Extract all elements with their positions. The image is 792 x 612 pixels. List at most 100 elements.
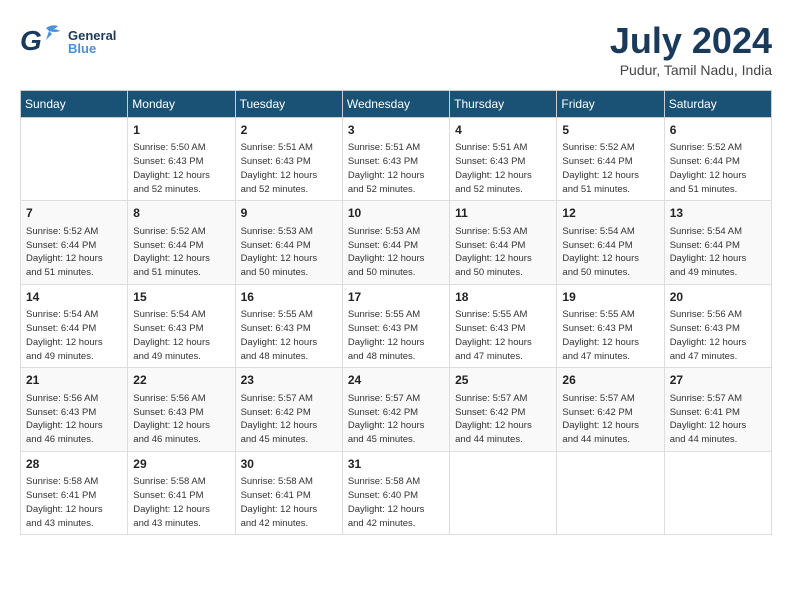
calendar-cell: 25Sunrise: 5:57 AM Sunset: 6:42 PM Dayli… (450, 368, 557, 451)
day-number: 28 (26, 456, 122, 473)
calendar-cell: 18 Sunrise: 5:55 AM Sunset: 6:43 PM Dayli… (450, 284, 557, 367)
day-number: 22 (133, 372, 229, 389)
day-number: 15 (133, 289, 229, 306)
day-number: 3 (348, 122, 444, 139)
calendar-week-row: 21 Sunrise: 5:56 AM Sunset: 6:43 PM Dayli… (21, 368, 772, 451)
day-info: Sunrise: 5:51 AM Sunset: 6:43 PM Dayligh… (348, 141, 444, 196)
day-info: Sunrise: 5:53 AM Sunset: 6:44 PM Dayligh… (455, 225, 551, 280)
header-monday: Monday (128, 91, 235, 118)
calendar-cell: 17 Sunrise: 5:55 AM Sunset: 6:43 PM Dayli… (342, 284, 449, 367)
calendar-week-row: 14 Sunrise: 5:54 AM Sunset: 6:44 PM Dayli… (21, 284, 772, 367)
day-info: Sunrise: 5:56 AM Sunset: 6:43 PM Dayligh… (670, 308, 766, 363)
day-number: 21 (26, 372, 122, 389)
header-saturday: Saturday (664, 91, 771, 118)
day-number: 12 (562, 205, 658, 222)
day-info: Sunrise: 5:58 AM Sunset: 6:41 PM Dayligh… (26, 475, 122, 530)
day-info: Sunrise: 5:54 AM Sunset: 6:44 PM Dayligh… (26, 308, 122, 363)
day-info: Sunrise: 5:55 AM Sunset: 6:43 PM Dayligh… (241, 308, 337, 363)
header-wednesday: Wednesday (342, 91, 449, 118)
day-number: 18 (455, 289, 551, 306)
header-thursday: Thursday (450, 91, 557, 118)
day-info: Sunrise: 5:55 AM Sunset: 6:43 PM Dayligh… (562, 308, 658, 363)
calendar-cell: 12 Sunrise: 5:54 AM Sunset: 6:44 PM Dayli… (557, 201, 664, 284)
calendar-cell: 31 Sunrise: 5:58 AM Sunset: 6:40 PM Dayli… (342, 451, 449, 534)
calendar-cell: 22 Sunrise: 5:56 AM Sunset: 6:43 PM Dayli… (128, 368, 235, 451)
month-title: July 2024 (610, 20, 772, 62)
location: Pudur, Tamil Nadu, India (610, 62, 772, 78)
day-number: 1 (133, 122, 229, 139)
page: G General Blue July 2024 Pudur, Tamil Na… (0, 0, 792, 612)
day-info: Sunrise: 5:55 AM Sunset: 6:43 PM Dayligh… (348, 308, 444, 363)
day-info: Sunrise: 5:58 AM Sunset: 6:40 PM Dayligh… (348, 475, 444, 530)
header-friday: Friday (557, 91, 664, 118)
header-sunday: Sunday (21, 91, 128, 118)
day-info: Sunrise: 5:52 AM Sunset: 6:44 PM Dayligh… (26, 225, 122, 280)
calendar-cell: 26 Sunrise: 5:57 AM Sunset: 6:42 PM Dayli… (557, 368, 664, 451)
calendar-cell: 9 Sunrise: 5:53 AM Sunset: 6:44 PM Daylig… (235, 201, 342, 284)
day-info: Sunrise: 5:54 AM Sunset: 6:43 PM Dayligh… (133, 308, 229, 363)
day-number: 4 (455, 122, 551, 139)
day-info: Sunrise: 5:56 AM Sunset: 6:43 PM Dayligh… (133, 392, 229, 447)
day-info: Sunrise: 5:50 AM Sunset: 6:43 PM Dayligh… (133, 141, 229, 196)
day-number: 26 (562, 372, 658, 389)
calendar-cell: 1 Sunrise: 5:50 AM Sunset: 6:43 PM Daylig… (128, 118, 235, 201)
day-number: 6 (670, 122, 766, 139)
day-number: 17 (348, 289, 444, 306)
calendar-week-row: 28 Sunrise: 5:58 AM Sunset: 6:41 PM Dayli… (21, 451, 772, 534)
calendar-cell: 5Sunrise: 5:52 AM Sunset: 6:44 PM Daylig… (557, 118, 664, 201)
day-info: Sunrise: 5:53 AM Sunset: 6:44 PM Dayligh… (348, 225, 444, 280)
day-number: 14 (26, 289, 122, 306)
day-info: Sunrise: 5:51 AM Sunset: 6:43 PM Dayligh… (241, 141, 337, 196)
day-info: Sunrise: 5:57 AM Sunset: 6:42 PM Dayligh… (455, 392, 551, 447)
calendar-cell: 21Sunrise: 5:56 AM Sunset: 6:43 PM Dayli… (21, 368, 128, 451)
day-info: Sunrise: 5:54 AM Sunset: 6:44 PM Dayligh… (670, 225, 766, 280)
calendar-cell (557, 451, 664, 534)
day-info: Sunrise: 5:58 AM Sunset: 6:41 PM Dayligh… (133, 475, 229, 530)
day-info: Sunrise: 5:52 AM Sunset: 6:44 PM Dayligh… (562, 141, 658, 196)
day-number: 8 (133, 205, 229, 222)
day-number: 30 (241, 456, 337, 473)
day-number: 31 (348, 456, 444, 473)
day-number: 7 (26, 205, 122, 222)
day-number: 11 (455, 205, 551, 222)
calendar-cell: 13 Sunrise: 5:54 AM Sunset: 6:44 PM Dayli… (664, 201, 771, 284)
day-info: Sunrise: 5:54 AM Sunset: 6:44 PM Dayligh… (562, 225, 658, 280)
day-info: Sunrise: 5:55 AM Sunset: 6:43 PM Dayligh… (455, 308, 551, 363)
calendar-cell: 15 Sunrise: 5:54 AM Sunset: 6:43 PM Dayli… (128, 284, 235, 367)
day-info: Sunrise: 5:51 AM Sunset: 6:43 PM Dayligh… (455, 141, 551, 196)
day-number: 10 (348, 205, 444, 222)
calendar-cell: 14 Sunrise: 5:54 AM Sunset: 6:44 PM Dayli… (21, 284, 128, 367)
calendar-table: Sunday Monday Tuesday Wednesday Thursday… (20, 90, 772, 535)
day-info: Sunrise: 5:52 AM Sunset: 6:44 PM Dayligh… (133, 225, 229, 280)
calendar-week-row: 1 Sunrise: 5:50 AM Sunset: 6:43 PM Daylig… (21, 118, 772, 201)
calendar-cell: 19 Sunrise: 5:55 AM Sunset: 6:43 PM Dayli… (557, 284, 664, 367)
day-number: 23 (241, 372, 337, 389)
header-tuesday: Tuesday (235, 91, 342, 118)
calendar-cell: 29 Sunrise: 5:58 AM Sunset: 6:41 PM Dayli… (128, 451, 235, 534)
day-number: 27 (670, 372, 766, 389)
day-info: Sunrise: 5:52 AM Sunset: 6:44 PM Dayligh… (670, 141, 766, 196)
day-info: Sunrise: 5:57 AM Sunset: 6:42 PM Dayligh… (348, 392, 444, 447)
header: G General Blue July 2024 Pudur, Tamil Na… (20, 20, 772, 78)
calendar-cell: 28 Sunrise: 5:58 AM Sunset: 6:41 PM Dayli… (21, 451, 128, 534)
calendar-cell: 3 Sunrise: 5:51 AM Sunset: 6:43 PM Daylig… (342, 118, 449, 201)
svg-text:G: G (20, 25, 42, 56)
day-info: Sunrise: 5:53 AM Sunset: 6:44 PM Dayligh… (241, 225, 337, 280)
day-info: Sunrise: 5:57 AM Sunset: 6:42 PM Dayligh… (562, 392, 658, 447)
calendar-cell: 16 Sunrise: 5:55 AM Sunset: 6:43 PM Dayli… (235, 284, 342, 367)
calendar-cell: 6 Sunrise: 5:52 AM Sunset: 6:44 PM Daylig… (664, 118, 771, 201)
day-number: 20 (670, 289, 766, 306)
logo: G General Blue (20, 20, 116, 64)
calendar-cell: 30Sunrise: 5:58 AM Sunset: 6:41 PM Dayli… (235, 451, 342, 534)
calendar-cell: 2Sunrise: 5:51 AM Sunset: 6:43 PM Daylig… (235, 118, 342, 201)
title-area: July 2024 Pudur, Tamil Nadu, India (610, 20, 772, 78)
day-number: 9 (241, 205, 337, 222)
day-number: 29 (133, 456, 229, 473)
calendar-cell: 27Sunrise: 5:57 AM Sunset: 6:41 PM Dayli… (664, 368, 771, 451)
day-number: 16 (241, 289, 337, 306)
day-number: 19 (562, 289, 658, 306)
calendar-cell: 8 Sunrise: 5:52 AM Sunset: 6:44 PM Daylig… (128, 201, 235, 284)
calendar-cell: 7 Sunrise: 5:52 AM Sunset: 6:44 PM Daylig… (21, 201, 128, 284)
day-number: 13 (670, 205, 766, 222)
calendar-week-row: 7 Sunrise: 5:52 AM Sunset: 6:44 PM Daylig… (21, 201, 772, 284)
